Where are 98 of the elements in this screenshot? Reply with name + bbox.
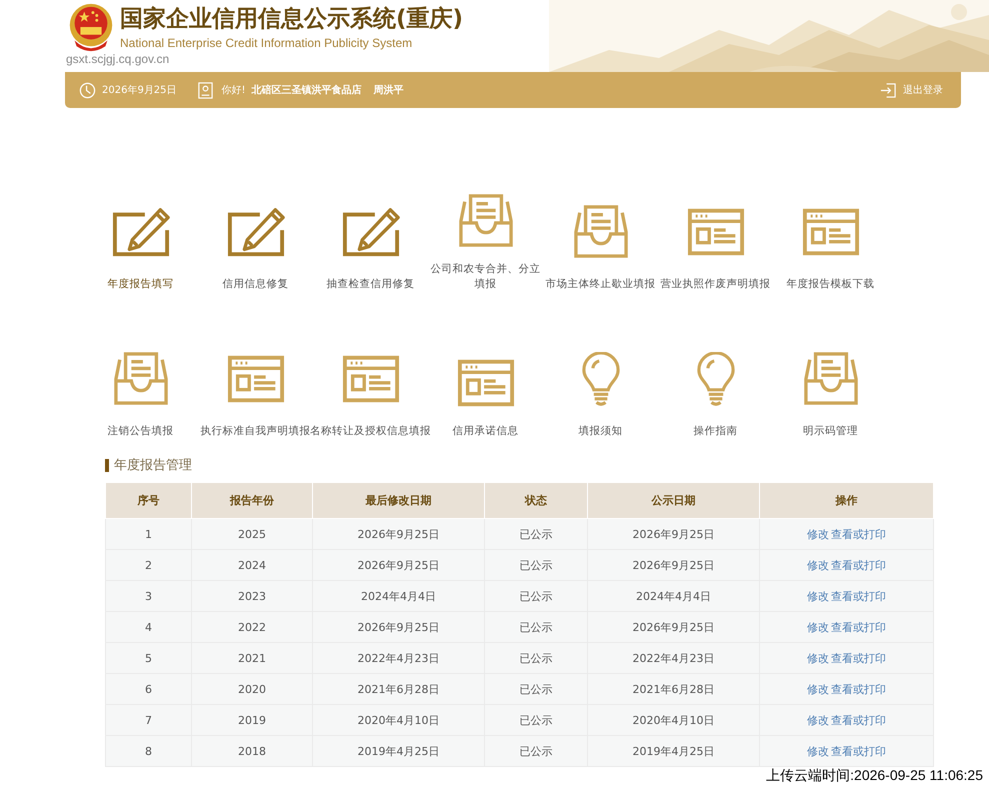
tile-link[interactable]: 信用信息修复 <box>222 277 288 292</box>
table-cell: 2024 <box>192 550 312 580</box>
table-cell: 已公示 <box>484 518 588 550</box>
table-cell: 已公示 <box>484 642 588 674</box>
greeting: 你好! <box>222 84 246 97</box>
table-cell: 2026年9月25日 <box>588 550 760 580</box>
table-cell: 2021年6月28日 <box>588 674 760 704</box>
table-cell: 2024年4月4日 <box>588 580 760 612</box>
table-cell: 2026年9月25日 <box>588 518 760 550</box>
action-link[interactable]: 查看或打印 <box>831 558 886 572</box>
column-header: 报告年份 <box>192 482 312 518</box>
action-link[interactable]: 修改 <box>807 558 829 572</box>
action-link[interactable]: 查看或打印 <box>831 528 886 540</box>
column-header: 序号 <box>106 482 192 518</box>
table-cell: 2021 <box>192 642 312 674</box>
table-cell: 2 <box>106 550 192 580</box>
pencil-icon[interactable] <box>342 205 400 259</box>
table-cell: 2022 <box>192 612 312 642</box>
tile-link[interactable]: 名称转让及授权信息填报 <box>310 424 431 439</box>
column-header: 状态 <box>484 482 588 518</box>
table-cell: 2019年4月25日 <box>312 736 484 766</box>
table-cell: 5 <box>106 642 192 674</box>
section-title: 年度报告管理 <box>114 457 192 474</box>
table-cell: 8 <box>106 736 192 766</box>
action-link[interactable]: 修改 <box>807 620 829 634</box>
action-link[interactable]: 修改 <box>807 652 829 664</box>
logout-icon[interactable] <box>880 82 897 98</box>
table-cell: 7 <box>106 704 192 736</box>
table-cell: 2024年4月4日 <box>312 580 484 612</box>
tile-link[interactable]: 注销公告填报 <box>108 424 174 439</box>
action-link[interactable]: 查看或打印 <box>831 682 886 696</box>
tile-link[interactable]: 抽查检查信用修复 <box>326 277 414 292</box>
light-bulb-icon[interactable] <box>696 352 736 406</box>
tile-link[interactable]: 市场主体终止歇业填报 <box>546 277 656 292</box>
tile-link[interactable]: 信用承诺信息 <box>452 424 518 439</box>
action-link[interactable]: 修改 <box>807 714 829 726</box>
table-cell: 已公示 <box>484 612 588 642</box>
upload-timestamp: 上传云端时间:2026-09-25 11:06:25 <box>766 767 983 785</box>
inbox-tray-icon[interactable] <box>802 352 860 406</box>
table-cell: 已公示 <box>484 580 588 612</box>
action-link[interactable]: 查看或打印 <box>831 590 886 602</box>
table-cell: 已公示 <box>484 736 588 766</box>
table-cell: 6 <box>106 674 192 704</box>
table-cell: 2020年4月10日 <box>312 704 484 736</box>
action-link[interactable]: 查看或打印 <box>831 620 886 634</box>
action-link[interactable]: 修改 <box>807 528 829 540</box>
action-link[interactable]: 查看或打印 <box>831 714 886 726</box>
tile-link[interactable]: 操作指南 <box>694 424 738 439</box>
table-cell: 2023 <box>192 580 312 612</box>
pencil-icon[interactable] <box>112 205 170 259</box>
table-cell: 2019年4月25日 <box>588 736 760 766</box>
site-title: 国家企业信用信息公示系统(重庆) <box>120 5 464 34</box>
inbox-tray-icon[interactable] <box>456 194 514 248</box>
tile-link[interactable]: 公司和农专合并、分立填报 <box>430 262 542 292</box>
table-cell: 已公示 <box>484 704 588 736</box>
action-link[interactable]: 查看或打印 <box>831 744 886 758</box>
column-header: 最后修改日期 <box>312 482 484 518</box>
light-bulb-icon[interactable] <box>580 352 620 406</box>
company-name: 北碚区三圣镇洪平食品店 <box>252 83 362 97</box>
table-cell: 2026年9月25日 <box>312 612 484 642</box>
tile-link[interactable]: 明示码管理 <box>803 424 858 439</box>
table-cell: 2020 <box>192 674 312 704</box>
table-cell: 1 <box>106 518 192 550</box>
table-cell: 2026年9月25日 <box>588 612 760 642</box>
table-cell: 4 <box>106 612 192 642</box>
action-link[interactable]: 修改 <box>807 590 829 602</box>
table-cell: 2022年4月23日 <box>588 642 760 674</box>
table-cell: 2020年4月10日 <box>588 704 760 736</box>
action-link[interactable]: 查看或打印 <box>831 652 886 664</box>
logout-link[interactable]: 退出登录 <box>903 83 943 97</box>
tile-link[interactable]: 填报须知 <box>578 424 622 439</box>
inbox-tray-icon[interactable] <box>572 205 630 259</box>
table-cell: 2022年4月23日 <box>312 642 484 674</box>
site-domain: gsxt.scjgj.cq.gov.cn <box>66 52 170 66</box>
table-cell: 已公示 <box>484 550 588 580</box>
column-header: 操作 <box>760 482 934 518</box>
id-badge-icon <box>196 82 214 98</box>
table-cell: 3 <box>106 580 192 612</box>
site-subtitle: National Enterprise Credit Information Publicity System <box>120 36 414 50</box>
current-date: 2026年9月25日 <box>102 84 177 97</box>
user-name: 周洪平 <box>374 84 404 97</box>
clock-icon <box>79 82 96 98</box>
table-cell: 2026年9月25日 <box>312 518 484 550</box>
pencil-icon[interactable] <box>226 205 284 259</box>
tile-link[interactable]: 执行标准自我声明填报 <box>200 424 310 439</box>
tile-link[interactable]: 年度报告填写 <box>92 277 188 292</box>
table-cell: 2019 <box>192 704 312 736</box>
table-cell: 2026年9月25日 <box>312 550 484 580</box>
column-header: 公示日期 <box>588 482 760 518</box>
table-cell: 已公示 <box>484 674 588 704</box>
table-cell: 2021年6月28日 <box>312 674 484 704</box>
inbox-tray-icon[interactable] <box>112 352 170 406</box>
table-cell: 2018 <box>192 736 312 766</box>
action-link[interactable]: 修改 <box>807 682 829 696</box>
tile-link[interactable]: 营业执照作废声明填报 <box>660 277 770 292</box>
table-cell: 2025 <box>192 518 312 550</box>
action-link[interactable]: 修改 <box>807 744 829 758</box>
tile-link[interactable]: 年度报告模板下载 <box>786 277 874 292</box>
